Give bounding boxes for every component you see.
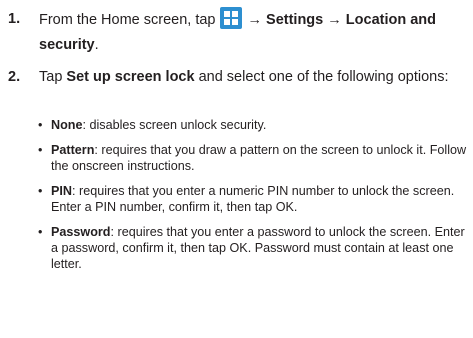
option-description: : requires that you enter a password to … [51, 225, 465, 271]
option-none: • None: disables screen unlock security. [38, 117, 470, 133]
step-text-before: Tap [39, 69, 67, 85]
step-text: From the Home screen, tap → Settings → Lo… [39, 7, 468, 58]
step-text-before: From the Home screen, tap [39, 12, 216, 28]
step-1: 1. From the Home screen, tap → Settings →… [8, 7, 468, 58]
set-up-screen-lock-label: Set up screen lock [66, 69, 195, 85]
bullet-icon: • [38, 184, 43, 198]
option-name: Password [51, 225, 111, 239]
apps-grid-icon [219, 7, 242, 29]
step-text-after: . [94, 37, 99, 53]
step-number: 1. [8, 11, 21, 27]
bullet-icon: • [38, 225, 43, 239]
option-name: Pattern [51, 143, 95, 157]
option-description: : disables screen unlock security. [82, 118, 267, 132]
option-pattern: • Pattern: requires that you draw a patt… [38, 142, 470, 174]
option-password: • Password: requires that you enter a pa… [38, 224, 470, 272]
option-name: PIN [51, 184, 72, 198]
instructions-page: 1. From the Home screen, tap → Settings →… [0, 0, 473, 338]
option-description: : requires that you enter a numeric PIN … [51, 184, 455, 214]
option-name: None [51, 118, 83, 132]
step-number: 2. [8, 69, 21, 85]
bullet-icon: • [38, 143, 43, 157]
step-2: 2. Tap Set up screen lock and select one… [8, 65, 468, 90]
bullet-icon: • [38, 118, 43, 132]
option-description: : requires that you draw a pattern on th… [51, 143, 467, 173]
step-text: Tap Set up screen lock and select one of… [39, 65, 468, 90]
step-text-after: and select one of the following options: [194, 69, 449, 85]
option-pin: • PIN: requires that you enter a numeric… [38, 183, 470, 215]
lock-options-list: • None: disables screen unlock security.… [38, 117, 470, 281]
